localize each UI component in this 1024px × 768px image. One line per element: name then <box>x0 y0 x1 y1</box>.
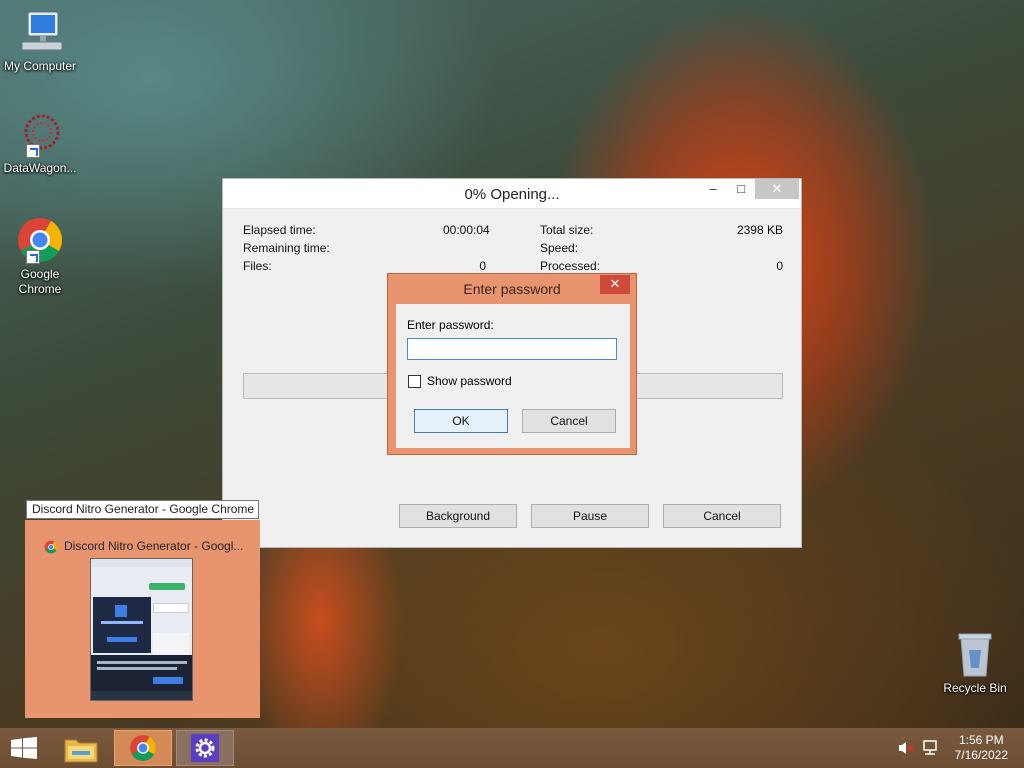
total-size-label: Total size: <box>540 223 594 237</box>
password-input[interactable] <box>407 338 617 360</box>
clock-date: 7/16/2022 <box>954 748 1008 762</box>
taskbar-file-explorer[interactable] <box>52 730 110 766</box>
minimize-icon: – <box>709 181 717 196</box>
total-size-value: 2398 KB <box>736 223 783 237</box>
desktop-icon-datawagon[interactable]: DataWagon... <box>0 112 80 176</box>
start-button[interactable] <box>0 728 48 768</box>
cancel-button[interactable]: Cancel <box>663 504 781 528</box>
windows-logo-icon <box>11 737 37 762</box>
pause-button[interactable]: Pause <box>531 504 649 528</box>
desktop-icon-label: DataWagon... <box>3 161 77 175</box>
close-icon: ✕ <box>609 276 621 291</box>
desktop-icon-label: Google Chrome <box>18 267 62 296</box>
chrome-icon <box>129 734 157 765</box>
taskbar-settings[interactable] <box>176 730 234 766</box>
close-button[interactable]: ✕ <box>755 179 799 199</box>
minimize-button[interactable]: – <box>699 179 727 199</box>
desktop-icon-my-computer[interactable]: My Computer <box>0 10 80 74</box>
processed-value: 0 <box>776 259 783 273</box>
thumbnail-title: Discord Nitro Generator - Googl... <box>64 539 244 553</box>
datawagon-icon <box>16 112 64 158</box>
dialog-title: Enter password <box>463 281 561 297</box>
desktop-icon-label: My Computer <box>3 59 77 73</box>
network-icon[interactable] <box>921 740 939 759</box>
taskbar-google-chrome[interactable] <box>114 730 172 766</box>
taskbar-tooltip: Discord Nitro Generator - Google Chrome <box>26 500 259 519</box>
show-password-label[interactable]: Show password <box>427 374 512 388</box>
password-prompt-label: Enter password: <box>407 318 494 332</box>
dialog-body: Enter password: Show password OK Cancel <box>396 304 630 448</box>
remaining-time-label: Remaining time: <box>243 241 330 255</box>
maximize-icon: □ <box>737 181 745 196</box>
chrome-icon <box>16 216 64 264</box>
desktop-icon-label: Recycle Bin <box>943 681 1007 695</box>
thumbnail-page-preview <box>90 558 193 701</box>
taskbar-thumbnail-preview[interactable]: Discord Nitro Generator - Googl... <box>25 520 260 718</box>
close-icon: ✕ <box>771 181 783 196</box>
computer-icon <box>16 10 64 56</box>
system-clock[interactable]: 1:56 PM 7/16/2022 <box>955 733 1008 763</box>
volume-muted-icon[interactable] <box>898 741 914 758</box>
window-titlebar[interactable]: 0% Opening... – □ ✕ <box>223 179 801 209</box>
elapsed-time-value: 00:00:04 <box>443 223 490 237</box>
dialog-close-button[interactable]: ✕ <box>600 275 630 294</box>
dialog-cancel-button[interactable]: Cancel <box>522 409 616 433</box>
desktop-icon-recycle-bin[interactable]: Recycle Bin <box>935 630 1015 696</box>
chrome-icon <box>44 540 58 554</box>
shortcut-arrow-icon <box>26 250 40 264</box>
shortcut-arrow-icon <box>26 144 40 158</box>
dialog-titlebar[interactable]: Enter password ✕ <box>388 274 636 302</box>
clock-time: 1:56 PM <box>958 733 1004 747</box>
recycle-bin-icon <box>955 630 995 678</box>
desktop-icon-google-chrome[interactable]: Google Chrome <box>0 216 80 297</box>
ok-button[interactable]: OK <box>414 409 508 433</box>
processed-label: Processed: <box>540 259 601 273</box>
maximize-button[interactable]: □ <box>727 179 755 199</box>
taskbar: 1:56 PM 7/16/2022 <box>0 728 1024 768</box>
gear-icon <box>191 734 219 762</box>
speed-label: Speed: <box>540 241 579 255</box>
files-label: Files: <box>243 259 272 273</box>
folder-icon <box>64 735 98 766</box>
elapsed-time-label: Elapsed time: <box>243 223 316 237</box>
background-button[interactable]: Background <box>399 504 517 528</box>
files-value: 0 <box>479 259 486 273</box>
show-password-checkbox[interactable] <box>408 375 421 388</box>
enter-password-dialog: Enter password ✕ Enter password: Show pa… <box>387 273 637 455</box>
